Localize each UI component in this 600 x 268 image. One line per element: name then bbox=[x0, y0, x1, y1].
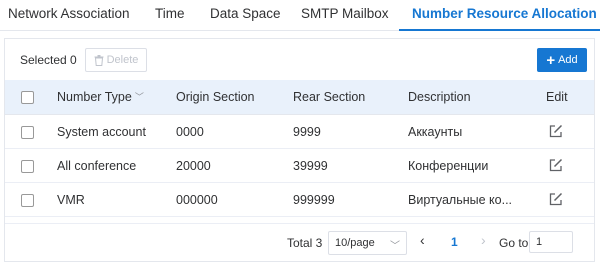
add-button-label: Add bbox=[558, 54, 578, 66]
next-page-button[interactable]: › bbox=[481, 232, 486, 248]
cell-number-type: All conference bbox=[57, 159, 137, 173]
chevron-down-icon: ﹀ bbox=[134, 92, 144, 102]
selected-count: Selected 0 bbox=[20, 53, 77, 67]
tab-data-space[interactable]: Data Space bbox=[210, 6, 281, 21]
cell-description: Аккаунты bbox=[408, 125, 463, 139]
cell-number-type: System account bbox=[57, 125, 146, 139]
page-size-select[interactable]: 10/page ﹀ bbox=[328, 231, 407, 255]
chevron-down-icon: ﹀ bbox=[390, 241, 400, 252]
column-header-origin-section: Origin Section bbox=[176, 90, 255, 104]
plus-icon: + bbox=[546, 51, 556, 69]
prev-page-button[interactable]: ‹ bbox=[420, 232, 425, 248]
column-header-rear-section: Rear Section bbox=[293, 90, 366, 104]
total-count: Total 3 bbox=[287, 236, 323, 250]
column-header-edit: Edit bbox=[546, 90, 568, 104]
tab-time[interactable]: Time bbox=[155, 6, 185, 21]
edit-icon[interactable] bbox=[549, 158, 563, 172]
delete-button[interactable]: Delete bbox=[85, 48, 147, 72]
cell-rear-section: 999999 bbox=[293, 193, 335, 207]
tab-number-resource-allocation[interactable]: Number Resource Allocation bbox=[412, 6, 597, 21]
pagination: Total 3 10/page ﹀ ‹ 1 › Go to bbox=[5, 223, 594, 261]
cell-origin-section: 0000 bbox=[176, 125, 204, 139]
table-row: System account 0000 9999 Аккаунты bbox=[5, 115, 594, 149]
edit-icon[interactable] bbox=[549, 192, 563, 206]
table-row: VMR 000000 999999 Виртуальные ко... bbox=[5, 183, 594, 217]
delete-button-label: Delete bbox=[106, 54, 139, 66]
row-checkbox[interactable] bbox=[21, 126, 34, 139]
cell-rear-section: 9999 bbox=[293, 125, 321, 139]
add-button[interactable]: + Add bbox=[537, 48, 587, 72]
cell-number-type: VMR bbox=[57, 193, 85, 207]
row-checkbox[interactable] bbox=[21, 160, 34, 173]
column-header-description: Description bbox=[408, 90, 471, 104]
tab-network-association[interactable]: Network Association bbox=[8, 6, 130, 21]
table-row: All conference 20000 39999 Конференции bbox=[5, 149, 594, 183]
select-all-checkbox[interactable] bbox=[21, 91, 34, 104]
active-tab-indicator bbox=[399, 29, 600, 31]
current-page-number[interactable]: 1 bbox=[451, 235, 458, 249]
cell-rear-section: 39999 bbox=[293, 159, 328, 173]
tab-smtp-mailbox[interactable]: SMTP Mailbox bbox=[301, 6, 389, 21]
column-header-number-type[interactable]: Number Type ﹀ bbox=[57, 90, 144, 104]
tab-bar: Network Association Time Data Space SMTP… bbox=[0, 0, 600, 31]
table-header: Number Type ﹀ Origin Section Rear Section… bbox=[5, 80, 594, 115]
edit-icon[interactable] bbox=[549, 124, 563, 138]
row-checkbox[interactable] bbox=[21, 194, 34, 207]
goto-label: Go to bbox=[499, 236, 529, 250]
cell-description: Конференции bbox=[408, 159, 489, 173]
trash-icon bbox=[94, 54, 104, 66]
goto-page-input[interactable] bbox=[529, 231, 573, 253]
cell-origin-section: 000000 bbox=[176, 193, 218, 207]
number-resource-panel: Selected 0 Delete + Add Number Type ﹀ Ori… bbox=[4, 38, 595, 262]
cell-description: Виртуальные ко... bbox=[408, 193, 513, 207]
cell-origin-section: 20000 bbox=[176, 159, 211, 173]
page-size-value: 10/page bbox=[335, 237, 375, 249]
